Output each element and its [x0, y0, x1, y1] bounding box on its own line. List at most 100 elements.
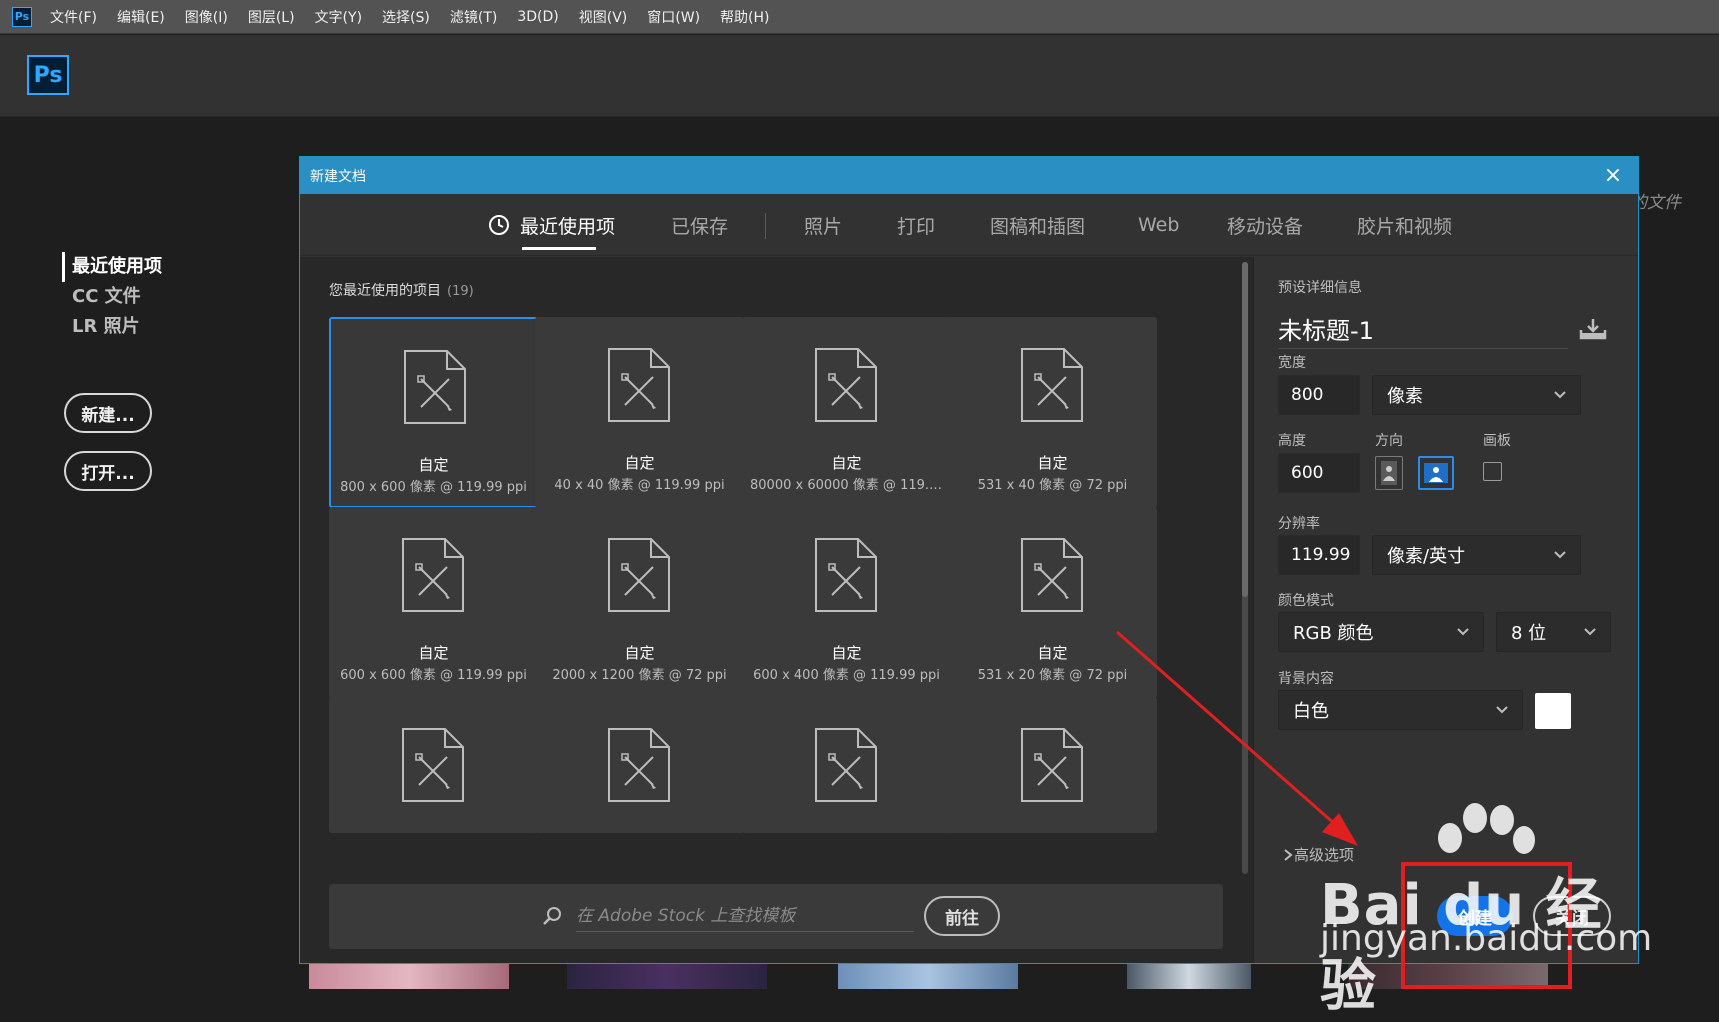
menu-layer[interactable]: 图层(L)	[246, 3, 297, 31]
background-contents-value: 白色	[1293, 701, 1329, 722]
document-preset-icon	[608, 538, 670, 612]
preset-details-panel: 预设详细信息 宽度 800 像素 高度 方向 画板 600 分辨率 119.99…	[1253, 257, 1638, 963]
preset-card[interactable]	[742, 697, 951, 833]
resolution-unit-dropdown[interactable]: 像素/英寸	[1372, 535, 1581, 575]
bit-depth-dropdown[interactable]: 8 位	[1496, 612, 1611, 652]
background-contents-dropdown[interactable]: 白色	[1278, 690, 1523, 730]
preset-card[interactable]: 自定 600 x 400 像素 @ 119.99 ppi	[742, 507, 951, 698]
document-preset-icon	[1021, 348, 1083, 422]
tab-film-video[interactable]: 胶片和视频	[1357, 194, 1452, 256]
document-preset-icon	[1021, 538, 1083, 612]
search-icon	[543, 907, 561, 925]
color-mode-dropdown[interactable]: RGB 颜色	[1278, 612, 1484, 652]
preset-card-name: 自定	[1037, 644, 1068, 662]
resolution-label: 分辨率	[1278, 516, 1320, 532]
advanced-options-label: 高级选项	[1294, 846, 1355, 864]
start-nav-lr-photos[interactable]: LR 照片	[62, 312, 162, 342]
tab-divider	[765, 213, 766, 239]
start-open-button[interactable]: 打开...	[64, 451, 152, 491]
tab-art-illustration[interactable]: 图稿和插图	[990, 194, 1085, 256]
save-preset-icon[interactable]	[1579, 317, 1607, 341]
height-field[interactable]: 600	[1278, 453, 1360, 493]
photoshop-logo: Ps	[27, 55, 69, 95]
document-preset-icon	[402, 728, 464, 802]
color-mode-label: 颜色模式	[1278, 593, 1334, 609]
recent-items-pane: 您最近使用的项目 (19) 自定 800 x 600 像素 @ 119.99 ppi…	[300, 257, 1253, 963]
scrollbar-thumb[interactable]	[1242, 262, 1248, 597]
recent-items-heading: 您最近使用的项目 (19)	[329, 280, 474, 300]
close-icon[interactable]: ×	[1600, 162, 1626, 188]
menu-bar: Ps 文件(F) 编辑(E) 图像(I) 图层(L) 文字(Y) 选择(S) 滤…	[0, 0, 1719, 34]
chevron-down-icon	[1496, 706, 1508, 714]
tab-mobile[interactable]: 移动设备	[1227, 194, 1303, 256]
preset-card[interactable]	[329, 697, 538, 833]
preset-card-size: 600 x 400 像素 @ 119.99 ppi	[753, 668, 940, 683]
menu-select[interactable]: 选择(S)	[380, 3, 432, 31]
chevron-down-icon	[1457, 628, 1469, 636]
start-new-button[interactable]: 新建...	[64, 393, 152, 433]
chevron-right-icon	[1284, 848, 1293, 861]
preset-tabs: 最近使用项 已保存 照片 打印 图稿和插图 Web 移动设备 胶片和视频	[300, 194, 1638, 256]
preset-card-name: 自定	[418, 644, 449, 662]
document-preset-icon	[608, 728, 670, 802]
resolution-field[interactable]: 119.99	[1278, 535, 1360, 575]
chevron-down-icon	[1554, 391, 1566, 399]
dialog-titlebar: 新建文档	[300, 157, 1638, 194]
orientation-landscape-button[interactable]	[1418, 456, 1454, 490]
recent-items-heading-text: 您最近使用的项目	[329, 283, 441, 299]
preset-card-size: 531 x 20 像素 @ 72 ppi	[977, 668, 1128, 683]
photoshop-app-icon: Ps	[12, 6, 32, 27]
dialog-title: 新建文档	[310, 168, 366, 185]
portrait-icon	[1381, 461, 1397, 485]
document-preset-icon	[815, 728, 877, 802]
color-mode-value: RGB 颜色	[1293, 623, 1374, 644]
background-color-swatch[interactable]	[1535, 693, 1571, 729]
start-nav-cc-files[interactable]: CC 文件	[62, 282, 162, 312]
preset-card[interactable]: 自定 600 x 600 像素 @ 119.99 ppi	[329, 507, 538, 698]
tab-print[interactable]: 打印	[897, 194, 935, 256]
menu-window[interactable]: 窗口(W)	[645, 3, 702, 31]
document-name-field[interactable]	[1278, 309, 1568, 349]
advanced-options-toggle[interactable]: 高级选项	[1282, 844, 1354, 865]
tab-saved[interactable]: 已保存	[671, 194, 728, 256]
start-nav: 最近使用项 CC 文件 LR 照片	[62, 252, 162, 342]
preset-card[interactable]: 自定 531 x 20 像素 @ 72 ppi	[948, 507, 1157, 698]
preset-card[interactable]	[948, 697, 1157, 833]
app-header: Ps	[0, 35, 1719, 117]
document-preset-icon	[404, 350, 466, 424]
menu-edit[interactable]: 编辑(E)	[115, 3, 167, 31]
menu-3d[interactable]: 3D(D)	[515, 5, 560, 29]
preset-card[interactable]: 自定 2000 x 1200 像素 @ 72 ppi	[535, 507, 744, 698]
preset-card-name: 自定	[624, 644, 655, 662]
height-label: 高度	[1278, 433, 1306, 449]
preset-details-heading: 预设详细信息	[1278, 280, 1362, 296]
menu-type[interactable]: 文字(Y)	[313, 3, 364, 31]
preset-card-size: 531 x 40 像素 @ 72 ppi	[977, 478, 1128, 493]
preset-card[interactable]: 自定 800 x 600 像素 @ 119.99 ppi	[329, 317, 538, 508]
orientation-portrait-button[interactable]	[1375, 456, 1403, 490]
preset-card[interactable]: 自定 80000 x 60000 像素 @ 119.9...	[742, 317, 951, 508]
document-preset-icon	[815, 538, 877, 612]
preset-card-name: 自定	[1037, 454, 1068, 472]
preset-card[interactable]: 自定 40 x 40 像素 @ 119.99 ppi	[535, 317, 744, 508]
width-label: 宽度	[1278, 355, 1306, 371]
menu-file[interactable]: 文件(F)	[48, 3, 99, 31]
stock-go-button[interactable]: 前往	[924, 896, 1000, 936]
menu-help[interactable]: 帮助(H)	[718, 3, 771, 31]
width-unit-dropdown[interactable]: 像素	[1372, 375, 1581, 415]
width-field[interactable]: 800	[1278, 375, 1360, 415]
artboard-checkbox[interactable]	[1483, 462, 1502, 481]
stock-search-input[interactable]	[576, 900, 914, 932]
menu-view[interactable]: 视图(V)	[577, 3, 630, 31]
document-preset-icon	[608, 348, 670, 422]
preset-card[interactable]	[535, 697, 744, 833]
tab-photo[interactable]: 照片	[804, 194, 842, 256]
menu-filter[interactable]: 滤镜(T)	[448, 3, 499, 31]
menu-image[interactable]: 图像(I)	[183, 3, 230, 31]
preset-card[interactable]: 自定 531 x 40 像素 @ 72 ppi	[948, 317, 1157, 508]
background-thumbnail	[838, 962, 1018, 989]
tab-web[interactable]: Web	[1138, 194, 1179, 256]
preset-card-size: 2000 x 1200 像素 @ 72 ppi	[552, 668, 727, 683]
start-nav-recent[interactable]: 最近使用项	[62, 252, 162, 282]
background-thumbnail	[1127, 962, 1251, 989]
